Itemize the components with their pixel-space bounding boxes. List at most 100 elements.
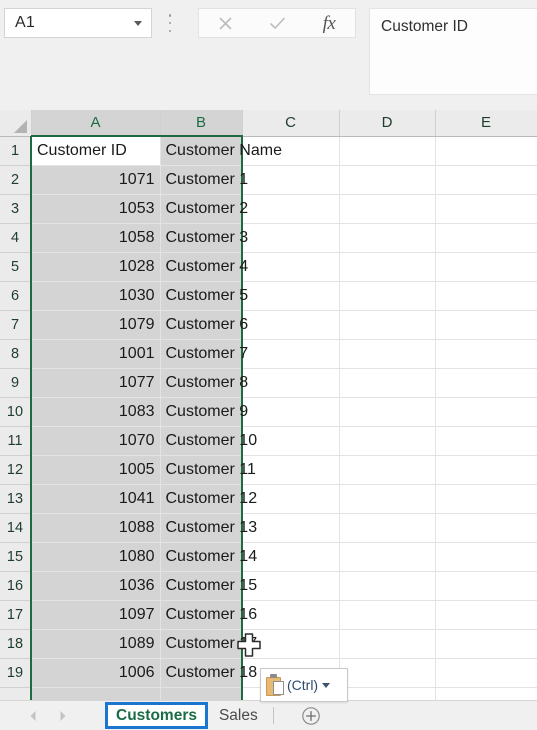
cell-E1[interactable]	[435, 136, 537, 166]
cell-A13[interactable]: 1041	[30, 484, 161, 514]
row-header-6[interactable]: 6	[0, 281, 32, 311]
cell-D17[interactable]	[339, 600, 436, 630]
cell-D9[interactable]	[339, 368, 436, 398]
cell-D8[interactable]	[339, 339, 436, 369]
close-x-icon[interactable]	[199, 9, 251, 37]
cell-D2[interactable]	[339, 165, 436, 195]
row-header-10[interactable]: 10	[0, 397, 32, 427]
insert-function-fx-icon[interactable]: fx	[303, 9, 355, 37]
cell-E6[interactable]	[435, 281, 537, 311]
cell-B4[interactable]: Customer 3	[160, 223, 248, 253]
cell-E11[interactable]	[435, 426, 537, 456]
sheet-tab-customers[interactable]: Customers	[105, 702, 208, 729]
row-header-partial[interactable]	[0, 687, 32, 700]
row-header-14[interactable]: 14	[0, 513, 32, 543]
formula-input[interactable]: Customer ID	[369, 8, 537, 95]
cell-D16[interactable]	[339, 571, 436, 601]
cell-E18[interactable]	[435, 629, 537, 659]
cell-A2[interactable]: 1071	[30, 165, 161, 195]
cell-B6[interactable]: Customer 5	[160, 281, 248, 311]
cell-B13[interactable]: Customer 12	[160, 484, 257, 514]
cell-A9[interactable]: 1077	[30, 368, 161, 398]
cell-E12[interactable]	[435, 455, 537, 485]
cell-A18[interactable]: 1089	[30, 629, 161, 659]
cell-D5[interactable]	[339, 252, 436, 282]
next-sheet-arrow-icon[interactable]	[48, 704, 78, 728]
cell-B8[interactable]: Customer 7	[160, 339, 248, 369]
cell-B3[interactable]: Customer 2	[160, 194, 248, 224]
cell-B14[interactable]: Customer 13	[160, 513, 257, 543]
cell-E4[interactable]	[435, 223, 537, 253]
cell-D19[interactable]	[339, 658, 436, 688]
chevron-down-icon[interactable]	[322, 682, 331, 688]
cell-B5[interactable]: Customer 4	[160, 252, 248, 282]
cell-A7[interactable]: 1079	[30, 310, 161, 340]
cell-D6[interactable]	[339, 281, 436, 311]
cell-A3[interactable]: 1053	[30, 194, 161, 224]
chevron-down-icon[interactable]	[134, 20, 142, 26]
row-header-15[interactable]: 15	[0, 542, 32, 572]
cell-E5[interactable]	[435, 252, 537, 282]
vertical-ellipsis-icon[interactable]	[168, 14, 172, 32]
row-header-12[interactable]: 12	[0, 455, 32, 485]
cell-E13[interactable]	[435, 484, 537, 514]
cell-E16[interactable]	[435, 571, 537, 601]
cell-E7[interactable]	[435, 310, 537, 340]
cell-B9[interactable]: Customer 8	[160, 368, 248, 398]
cell-D12[interactable]	[339, 455, 436, 485]
add-sheet-plus-icon[interactable]	[300, 705, 322, 727]
cell-D10[interactable]	[339, 397, 436, 427]
cell-E-partial[interactable]	[435, 687, 537, 700]
cell-B19[interactable]: Customer 18	[160, 658, 257, 688]
sheet-tab-sales[interactable]: Sales	[208, 703, 269, 729]
cell-A6[interactable]: 1030	[30, 281, 161, 311]
cell-E14[interactable]	[435, 513, 537, 543]
cell-C7[interactable]	[242, 310, 340, 340]
cell-A-partial[interactable]	[30, 687, 161, 700]
cell-B10[interactable]: Customer 9	[160, 397, 248, 427]
row-header-1[interactable]: 1	[0, 136, 32, 166]
cell-A14[interactable]: 1088	[30, 513, 161, 543]
row-header-11[interactable]: 11	[0, 426, 32, 456]
cell-B12[interactable]: Customer 11	[160, 455, 256, 485]
cell-A10[interactable]: 1083	[30, 397, 161, 427]
cell-A5[interactable]: 1028	[30, 252, 161, 282]
row-header-8[interactable]: 8	[0, 339, 32, 369]
cell-D15[interactable]	[339, 542, 436, 572]
cell-A19[interactable]: 1006	[30, 658, 161, 688]
cell-C3[interactable]	[242, 194, 340, 224]
cell-E10[interactable]	[435, 397, 537, 427]
column-header-c[interactable]: C	[242, 110, 340, 137]
cell-B7[interactable]: Customer 6	[160, 310, 248, 340]
paste-options-button[interactable]: (Ctrl)	[260, 668, 348, 702]
row-header-19[interactable]: 19	[0, 658, 32, 688]
cell-C4[interactable]	[242, 223, 340, 253]
cell-C12[interactable]	[242, 455, 340, 485]
cell-A12[interactable]: 1005	[30, 455, 161, 485]
cell-E9[interactable]	[435, 368, 537, 398]
cell-D3[interactable]	[339, 194, 436, 224]
cell-C5[interactable]	[242, 252, 340, 282]
row-header-13[interactable]: 13	[0, 484, 32, 514]
cell-C2[interactable]	[242, 165, 340, 195]
cell-C9[interactable]	[242, 368, 340, 398]
row-header-17[interactable]: 17	[0, 600, 32, 630]
cell-A17[interactable]: 1097	[30, 600, 161, 630]
cell-E15[interactable]	[435, 542, 537, 572]
cell-A16[interactable]: 1036	[30, 571, 161, 601]
cell-E8[interactable]	[435, 339, 537, 369]
cell-A11[interactable]: 1070	[30, 426, 161, 456]
cell-D14[interactable]	[339, 513, 436, 543]
row-header-16[interactable]: 16	[0, 571, 32, 601]
cell-B-partial[interactable]	[160, 687, 243, 700]
row-header-9[interactable]: 9	[0, 368, 32, 398]
cell-D1[interactable]	[339, 136, 436, 166]
cell-D4[interactable]	[339, 223, 436, 253]
worksheet-grid[interactable]: A B C D E 1 Customer ID Customer Name 2 1071…	[0, 110, 537, 700]
column-header-d[interactable]: D	[339, 110, 436, 137]
column-header-e[interactable]: E	[435, 110, 537, 137]
cell-B11[interactable]: Customer 10	[160, 426, 257, 456]
column-header-b[interactable]: B	[160, 110, 243, 137]
cell-D13[interactable]	[339, 484, 436, 514]
select-all-corner-icon[interactable]	[0, 110, 32, 137]
